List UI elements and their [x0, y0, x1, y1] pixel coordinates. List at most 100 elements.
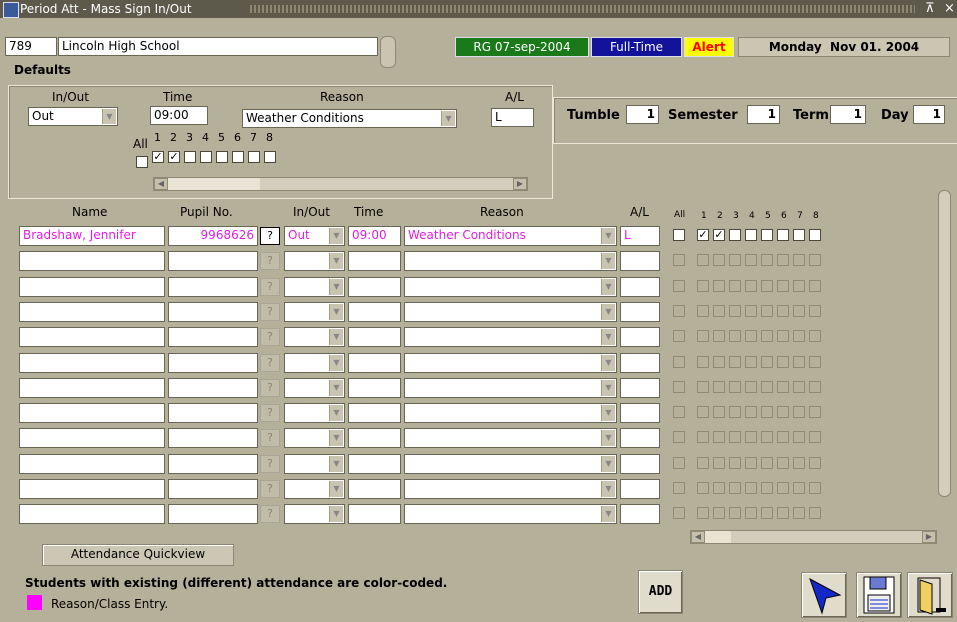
reason-select[interactable]: ▼ [404, 353, 617, 373]
pupil-number-field[interactable] [168, 251, 258, 271]
help-button[interactable]: ? [260, 328, 280, 346]
period-checkbox[interactable] [697, 381, 709, 393]
day-field[interactable]: 1 [913, 105, 945, 124]
period-checkbox[interactable] [761, 254, 773, 266]
period-checkbox[interactable] [713, 356, 725, 368]
inout-select[interactable]: Out ▼ [284, 226, 345, 246]
period-checkbox[interactable] [777, 305, 789, 317]
help-button[interactable]: ? [260, 404, 280, 422]
period-checkbox[interactable] [713, 305, 725, 317]
attendance-quickview-button[interactable]: Attendance Quickview [42, 544, 234, 566]
period-checkbox[interactable] [761, 431, 773, 443]
alert-badge[interactable]: Alert [684, 37, 734, 57]
reason-select[interactable]: ▼ [404, 504, 617, 524]
all-periods-checkbox[interactable] [673, 229, 685, 241]
pupil-number-field[interactable] [168, 353, 258, 373]
period-checkbox[interactable]: ✓ [697, 229, 709, 241]
period-checkbox[interactable] [713, 406, 725, 418]
period-checkbox[interactable] [793, 356, 805, 368]
defaults-al-field[interactable]: L [491, 108, 534, 127]
pupil-number-field[interactable] [168, 479, 258, 499]
pupil-number-field[interactable] [168, 327, 258, 347]
period-checkbox[interactable] [729, 406, 741, 418]
tumble-field[interactable]: 1 [626, 105, 659, 124]
period-checkbox[interactable] [729, 507, 741, 519]
period-checkbox[interactable] [697, 330, 709, 342]
all-periods-checkbox[interactable] [673, 381, 685, 393]
period-checkbox[interactable] [745, 482, 757, 494]
period-checkbox[interactable] [777, 254, 789, 266]
al-field[interactable] [620, 479, 660, 499]
period-checkbox[interactable] [729, 254, 741, 266]
period-checkbox[interactable] [793, 457, 805, 469]
period-checkbox[interactable] [713, 507, 725, 519]
all-periods-checkbox[interactable] [673, 431, 685, 443]
al-field[interactable] [620, 504, 660, 524]
school-code-field[interactable]: 789 [5, 37, 57, 56]
period-checkbox[interactable] [761, 381, 773, 393]
period-checkbox[interactable] [713, 330, 725, 342]
period-checkbox[interactable] [809, 330, 821, 342]
inout-select[interactable]: ▼ [284, 251, 345, 271]
all-periods-checkbox[interactable] [673, 482, 685, 494]
name-field[interactable]: Bradshaw, Jennifer [19, 226, 165, 246]
help-button[interactable]: ? [260, 303, 280, 321]
close-icon[interactable]: × [944, 0, 955, 18]
period-checkbox[interactable] [745, 356, 757, 368]
period-checkbox[interactable] [729, 457, 741, 469]
period-checkbox[interactable] [697, 431, 709, 443]
period-checkbox[interactable] [793, 305, 805, 317]
semester-field[interactable]: 1 [747, 105, 780, 124]
scroll-thumb[interactable] [168, 178, 260, 190]
period-checkbox[interactable] [745, 229, 757, 241]
scroll-left-icon[interactable]: ◀ [691, 531, 705, 543]
period-checkbox[interactable] [745, 507, 757, 519]
scroll-thumb[interactable] [705, 531, 731, 543]
period-checkbox[interactable] [777, 229, 789, 241]
period-checkbox[interactable] [809, 431, 821, 443]
period-checkbox[interactable] [809, 406, 821, 418]
al-field[interactable] [620, 378, 660, 398]
name-field[interactable] [19, 327, 165, 347]
period-checkbox[interactable] [745, 330, 757, 342]
name-field[interactable] [19, 378, 165, 398]
defaults-period-checkbox[interactable] [248, 151, 260, 163]
pupil-number-field[interactable] [168, 277, 258, 297]
period-checkbox[interactable] [809, 254, 821, 266]
reason-select[interactable]: Weather Conditions ▼ [404, 226, 617, 246]
period-checkbox[interactable] [809, 482, 821, 494]
pupil-number-field[interactable] [168, 378, 258, 398]
al-field[interactable] [620, 251, 660, 271]
period-checkbox[interactable] [777, 431, 789, 443]
period-checkbox[interactable] [793, 406, 805, 418]
reason-select[interactable]: ▼ [404, 302, 617, 322]
inout-select[interactable]: ▼ [284, 428, 345, 448]
period-checkbox[interactable] [793, 254, 805, 266]
al-field[interactable] [620, 403, 660, 423]
period-checkbox[interactable] [809, 507, 821, 519]
al-field[interactable] [620, 353, 660, 373]
period-checkbox[interactable] [777, 280, 789, 292]
time-field[interactable] [348, 302, 401, 322]
period-checkbox[interactable] [697, 406, 709, 418]
pupil-number-field[interactable]: 9968626 [168, 226, 258, 246]
help-button[interactable]: ? [260, 278, 280, 296]
period-checkbox[interactable] [777, 482, 789, 494]
period-checkbox[interactable] [809, 381, 821, 393]
period-checkbox[interactable] [793, 381, 805, 393]
period-checkbox[interactable] [729, 431, 741, 443]
period-checkbox[interactable] [697, 305, 709, 317]
period-checkbox[interactable] [809, 229, 821, 241]
period-checkbox[interactable] [777, 330, 789, 342]
period-checkbox[interactable] [745, 254, 757, 266]
grid-vertical-scrollbar[interactable] [938, 190, 951, 497]
period-checkbox[interactable] [713, 482, 725, 494]
period-checkbox[interactable] [697, 482, 709, 494]
time-field[interactable] [348, 504, 401, 524]
all-periods-checkbox[interactable] [673, 254, 685, 266]
pupil-number-field[interactable] [168, 403, 258, 423]
defaults-period-checkbox[interactable] [232, 151, 244, 163]
name-field[interactable] [19, 479, 165, 499]
name-field[interactable] [19, 251, 165, 271]
all-periods-checkbox[interactable] [673, 280, 685, 292]
